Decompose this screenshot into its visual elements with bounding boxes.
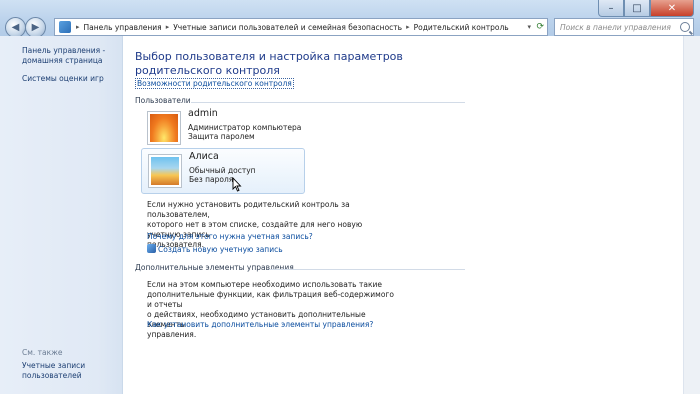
see-also-heading: См. также bbox=[22, 348, 63, 357]
minimize-button[interactable]: – bbox=[598, 0, 624, 17]
sidebar-link-line: домашняя страница bbox=[22, 56, 103, 65]
extra-controls-divider bbox=[269, 269, 465, 270]
sidebar-link-line: пользователей bbox=[22, 371, 82, 380]
users-heading: Пользователи bbox=[135, 96, 191, 105]
sidebar-link-user-accounts[interactable]: Учетные записи пользователей bbox=[22, 361, 85, 381]
create-account-link[interactable]: Создать новую учетную запись bbox=[147, 244, 283, 254]
info-line: Если на этом компьютере необходимо испол… bbox=[147, 280, 382, 289]
maximize-button[interactable]: □ bbox=[624, 0, 650, 17]
breadcrumb-user-accounts[interactable]: Учетные записи пользователей и семейная … bbox=[170, 23, 405, 32]
page-title-line: Выбор пользователя и настройка параметро… bbox=[135, 50, 403, 63]
info-line: управления. bbox=[147, 330, 197, 339]
user-card-alisa[interactable]: Алиса Обычный доступ Без пароля bbox=[141, 148, 305, 194]
user-password-status: Без пароля bbox=[189, 175, 234, 184]
back-arrow-icon: ◀ bbox=[11, 22, 20, 33]
user-account-type: Администратор компьютера bbox=[188, 123, 302, 132]
sidebar: Панель управления - домашняя страница Си… bbox=[0, 36, 123, 394]
control-panel-icon bbox=[59, 21, 71, 33]
create-account-info: Если нужно установить родительский контр… bbox=[147, 200, 397, 250]
main-content: Выбор пользователя и настройка параметро… bbox=[123, 36, 683, 394]
page-title-line: родительского контроля bbox=[135, 64, 280, 77]
sidebar-link-control-panel-home[interactable]: Панель управления - домашняя страница bbox=[22, 46, 105, 66]
beach-avatar-icon bbox=[151, 157, 179, 185]
back-button[interactable]: ◀ bbox=[5, 17, 26, 38]
refresh-icon[interactable]: ⟳ bbox=[536, 22, 544, 32]
extra-controls-heading: Дополнительные элементы управления bbox=[135, 263, 294, 272]
avatar bbox=[148, 154, 182, 188]
window-controls: – □ ✕ bbox=[598, 0, 694, 17]
info-line: дополнительные функции, как фильтрация в… bbox=[147, 290, 394, 309]
sidebar-link-game-ratings[interactable]: Системы оценки игр bbox=[22, 74, 104, 84]
close-button[interactable]: ✕ bbox=[650, 0, 694, 17]
address-dropdown-icon[interactable]: ▾ bbox=[527, 23, 531, 31]
breadcrumb-control-panel[interactable]: Панель управления bbox=[81, 23, 165, 32]
control-panel-window: – □ ✕ ◀ ▶ ▸ Панель управления ▸ Учетные … bbox=[0, 0, 700, 394]
search-input[interactable]: Поиск в панели управления bbox=[554, 18, 694, 36]
user-account-type: Обычный доступ bbox=[189, 166, 256, 175]
user-name: Алиса bbox=[189, 151, 219, 162]
sidebar-link-line: Учетные записи bbox=[22, 361, 86, 370]
user-card-admin[interactable]: admin Администратор компьютера Защита па… bbox=[141, 106, 303, 150]
page-title: Выбор пользователя и настройка параметро… bbox=[135, 50, 415, 78]
sidebar-link-line: Панель управления - bbox=[22, 46, 106, 55]
flower-avatar-icon bbox=[150, 114, 178, 142]
info-line: Если нужно установить родительский контр… bbox=[147, 200, 350, 219]
extra-controls-info: Если на этом компьютере необходимо испол… bbox=[147, 280, 397, 340]
new-user-icon bbox=[147, 244, 156, 253]
vertical-scrollbar[interactable] bbox=[683, 36, 700, 394]
search-icon[interactable] bbox=[680, 22, 690, 32]
user-name: admin bbox=[188, 108, 218, 119]
forward-button[interactable]: ▶ bbox=[25, 17, 46, 38]
install-extra-controls-link[interactable]: Как установить дополнительные элементы у… bbox=[147, 320, 373, 329]
mouse-cursor-icon bbox=[232, 177, 242, 192]
user-password-status: Защита паролем bbox=[188, 132, 255, 141]
title-bar: – □ ✕ ◀ ▶ ▸ Панель управления ▸ Учетные … bbox=[0, 0, 700, 38]
parental-controls-features-link[interactable]: Возможности родительского контроля bbox=[135, 78, 294, 89]
address-bar[interactable]: ▸ Панель управления ▸ Учетные записи пол… bbox=[54, 18, 548, 36]
breadcrumb-parental-controls[interactable]: Родительский контроль bbox=[411, 23, 512, 32]
create-account-label: Создать новую учетную запись bbox=[158, 245, 283, 254]
why-account-link[interactable]: Почему для этого нужна учетная запись? bbox=[147, 232, 313, 241]
search-placeholder: Поиск в панели управления bbox=[560, 22, 671, 32]
forward-arrow-icon: ▶ bbox=[31, 22, 40, 33]
avatar bbox=[147, 111, 181, 145]
users-divider bbox=[191, 102, 465, 103]
